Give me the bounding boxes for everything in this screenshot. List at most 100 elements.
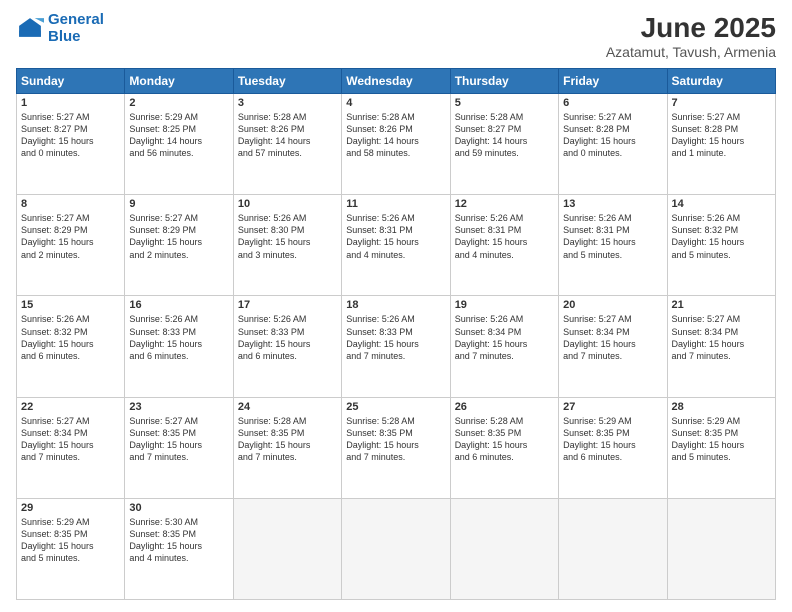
- cell-info: Sunrise: 5:27 AMSunset: 8:34 PMDaylight:…: [672, 314, 745, 360]
- header-wednesday: Wednesday: [342, 69, 450, 94]
- cell-info: Sunrise: 5:26 AMSunset: 8:33 PMDaylight:…: [129, 314, 202, 360]
- location: Azatamut, Tavush, Armenia: [606, 44, 776, 60]
- header-friday: Friday: [559, 69, 667, 94]
- cell-info: Sunrise: 5:26 AMSunset: 8:33 PMDaylight:…: [346, 314, 419, 360]
- day-number: 9: [129, 198, 228, 210]
- header: General Blue June 2025 Azatamut, Tavush,…: [16, 12, 776, 60]
- cell-info: Sunrise: 5:27 AMSunset: 8:34 PMDaylight:…: [21, 416, 94, 462]
- weekday-header-row: Sunday Monday Tuesday Wednesday Thursday…: [17, 69, 776, 94]
- calendar-cell: 1 Sunrise: 5:27 AMSunset: 8:27 PMDayligh…: [17, 94, 125, 195]
- calendar-cell: 19 Sunrise: 5:26 AMSunset: 8:34 PMDaylig…: [450, 296, 558, 397]
- cell-info: Sunrise: 5:28 AMSunset: 8:35 PMDaylight:…: [455, 416, 528, 462]
- day-number: 10: [238, 198, 337, 210]
- calendar-week-row: 1 Sunrise: 5:27 AMSunset: 8:27 PMDayligh…: [17, 94, 776, 195]
- calendar-cell: 7 Sunrise: 5:27 AMSunset: 8:28 PMDayligh…: [667, 94, 775, 195]
- calendar-week-row: 8 Sunrise: 5:27 AMSunset: 8:29 PMDayligh…: [17, 195, 776, 296]
- header-monday: Monday: [125, 69, 233, 94]
- cell-info: Sunrise: 5:26 AMSunset: 8:32 PMDaylight:…: [672, 213, 745, 259]
- calendar-cell: 3 Sunrise: 5:28 AMSunset: 8:26 PMDayligh…: [233, 94, 341, 195]
- cell-info: Sunrise: 5:30 AMSunset: 8:35 PMDaylight:…: [129, 517, 202, 563]
- cell-info: Sunrise: 5:28 AMSunset: 8:26 PMDaylight:…: [238, 112, 311, 158]
- calendar-cell: [667, 498, 775, 599]
- day-number: 28: [672, 401, 771, 413]
- calendar-cell: 12 Sunrise: 5:26 AMSunset: 8:31 PMDaylig…: [450, 195, 558, 296]
- calendar-cell: 23 Sunrise: 5:27 AMSunset: 8:35 PMDaylig…: [125, 397, 233, 498]
- calendar-cell: 24 Sunrise: 5:28 AMSunset: 8:35 PMDaylig…: [233, 397, 341, 498]
- cell-info: Sunrise: 5:28 AMSunset: 8:26 PMDaylight:…: [346, 112, 419, 158]
- calendar-cell: 6 Sunrise: 5:27 AMSunset: 8:28 PMDayligh…: [559, 94, 667, 195]
- day-number: 4: [346, 97, 445, 109]
- calendar-cell: [233, 498, 341, 599]
- day-number: 5: [455, 97, 554, 109]
- cell-info: Sunrise: 5:29 AMSunset: 8:25 PMDaylight:…: [129, 112, 202, 158]
- cell-info: Sunrise: 5:26 AMSunset: 8:31 PMDaylight:…: [563, 213, 636, 259]
- day-number: 17: [238, 299, 337, 311]
- calendar-week-row: 15 Sunrise: 5:26 AMSunset: 8:32 PMDaylig…: [17, 296, 776, 397]
- cell-info: Sunrise: 5:27 AMSunset: 8:35 PMDaylight:…: [129, 416, 202, 462]
- calendar-cell: 17 Sunrise: 5:26 AMSunset: 8:33 PMDaylig…: [233, 296, 341, 397]
- day-number: 26: [455, 401, 554, 413]
- header-thursday: Thursday: [450, 69, 558, 94]
- header-sunday: Sunday: [17, 69, 125, 94]
- day-number: 8: [21, 198, 120, 210]
- calendar-cell: [450, 498, 558, 599]
- header-saturday: Saturday: [667, 69, 775, 94]
- calendar-cell: 27 Sunrise: 5:29 AMSunset: 8:35 PMDaylig…: [559, 397, 667, 498]
- calendar-cell: 29 Sunrise: 5:29 AMSunset: 8:35 PMDaylig…: [17, 498, 125, 599]
- logo-icon: [16, 15, 44, 43]
- calendar-cell: 8 Sunrise: 5:27 AMSunset: 8:29 PMDayligh…: [17, 195, 125, 296]
- day-number: 22: [21, 401, 120, 413]
- cell-info: Sunrise: 5:26 AMSunset: 8:31 PMDaylight:…: [346, 213, 419, 259]
- calendar-cell: 28 Sunrise: 5:29 AMSunset: 8:35 PMDaylig…: [667, 397, 775, 498]
- cell-info: Sunrise: 5:27 AMSunset: 8:29 PMDaylight:…: [21, 213, 94, 259]
- page: General Blue June 2025 Azatamut, Tavush,…: [0, 0, 792, 612]
- day-number: 15: [21, 299, 120, 311]
- calendar-cell: [559, 498, 667, 599]
- cell-info: Sunrise: 5:28 AMSunset: 8:35 PMDaylight:…: [238, 416, 311, 462]
- logo-line1: General: [48, 11, 104, 28]
- cell-info: Sunrise: 5:27 AMSunset: 8:28 PMDaylight:…: [563, 112, 636, 158]
- calendar-cell: 21 Sunrise: 5:27 AMSunset: 8:34 PMDaylig…: [667, 296, 775, 397]
- cell-info: Sunrise: 5:26 AMSunset: 8:31 PMDaylight:…: [455, 213, 528, 259]
- day-number: 14: [672, 198, 771, 210]
- day-number: 27: [563, 401, 662, 413]
- day-number: 24: [238, 401, 337, 413]
- cell-info: Sunrise: 5:29 AMSunset: 8:35 PMDaylight:…: [563, 416, 636, 462]
- cell-info: Sunrise: 5:26 AMSunset: 8:30 PMDaylight:…: [238, 213, 311, 259]
- calendar-cell: 20 Sunrise: 5:27 AMSunset: 8:34 PMDaylig…: [559, 296, 667, 397]
- day-number: 18: [346, 299, 445, 311]
- day-number: 20: [563, 299, 662, 311]
- day-number: 30: [129, 502, 228, 514]
- calendar-cell: 25 Sunrise: 5:28 AMSunset: 8:35 PMDaylig…: [342, 397, 450, 498]
- header-tuesday: Tuesday: [233, 69, 341, 94]
- day-number: 1: [21, 97, 120, 109]
- calendar-cell: 10 Sunrise: 5:26 AMSunset: 8:30 PMDaylig…: [233, 195, 341, 296]
- day-number: 21: [672, 299, 771, 311]
- calendar-cell: 22 Sunrise: 5:27 AMSunset: 8:34 PMDaylig…: [17, 397, 125, 498]
- day-number: 16: [129, 299, 228, 311]
- day-number: 3: [238, 97, 337, 109]
- calendar-cell: 26 Sunrise: 5:28 AMSunset: 8:35 PMDaylig…: [450, 397, 558, 498]
- day-number: 29: [21, 502, 120, 514]
- cell-info: Sunrise: 5:28 AMSunset: 8:35 PMDaylight:…: [346, 416, 419, 462]
- day-number: 6: [563, 97, 662, 109]
- calendar-week-row: 22 Sunrise: 5:27 AMSunset: 8:34 PMDaylig…: [17, 397, 776, 498]
- calendar-week-row: 29 Sunrise: 5:29 AMSunset: 8:35 PMDaylig…: [17, 498, 776, 599]
- calendar-cell: 14 Sunrise: 5:26 AMSunset: 8:32 PMDaylig…: [667, 195, 775, 296]
- calendar-cell: 2 Sunrise: 5:29 AMSunset: 8:25 PMDayligh…: [125, 94, 233, 195]
- cell-info: Sunrise: 5:27 AMSunset: 8:28 PMDaylight:…: [672, 112, 745, 158]
- cell-info: Sunrise: 5:26 AMSunset: 8:33 PMDaylight:…: [238, 314, 311, 360]
- calendar-cell: 15 Sunrise: 5:26 AMSunset: 8:32 PMDaylig…: [17, 296, 125, 397]
- cell-info: Sunrise: 5:28 AMSunset: 8:27 PMDaylight:…: [455, 112, 528, 158]
- calendar-cell: 30 Sunrise: 5:30 AMSunset: 8:35 PMDaylig…: [125, 498, 233, 599]
- day-number: 19: [455, 299, 554, 311]
- day-number: 2: [129, 97, 228, 109]
- cell-info: Sunrise: 5:29 AMSunset: 8:35 PMDaylight:…: [21, 517, 94, 563]
- title-block: June 2025 Azatamut, Tavush, Armenia: [606, 12, 776, 60]
- calendar-cell: 18 Sunrise: 5:26 AMSunset: 8:33 PMDaylig…: [342, 296, 450, 397]
- logo: General Blue: [16, 12, 104, 45]
- calendar-table: Sunday Monday Tuesday Wednesday Thursday…: [16, 68, 776, 600]
- cell-info: Sunrise: 5:26 AMSunset: 8:32 PMDaylight:…: [21, 314, 94, 360]
- day-number: 25: [346, 401, 445, 413]
- day-number: 13: [563, 198, 662, 210]
